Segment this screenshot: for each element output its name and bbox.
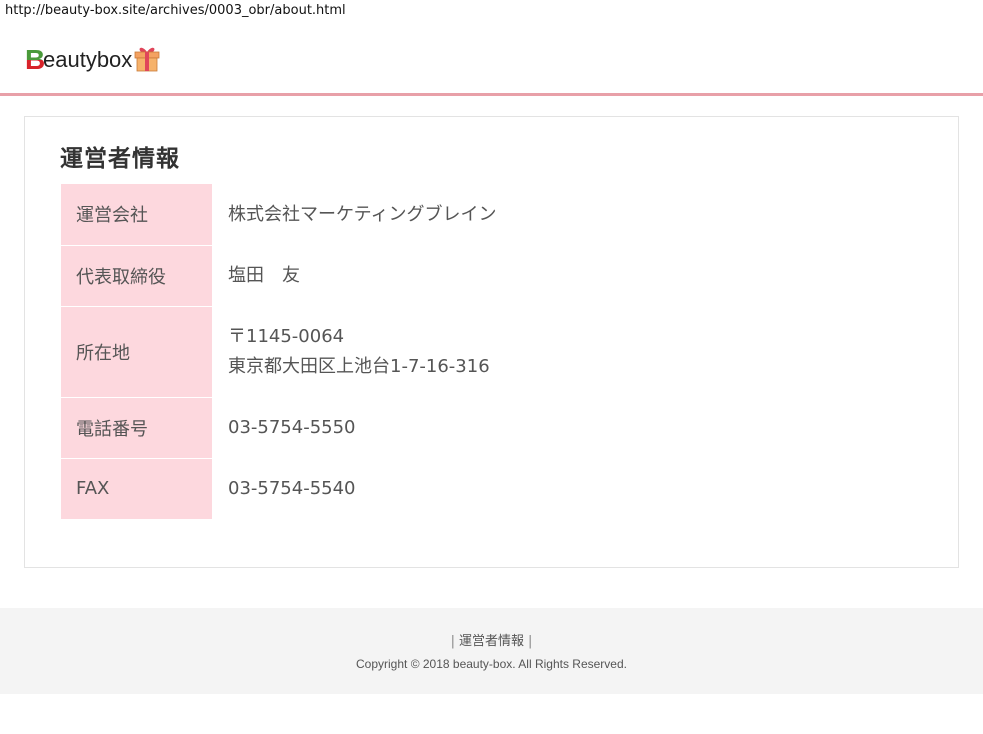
row-value-line: 03-5754-5540 [228,477,356,499]
row-value-line: 塩田 友 [228,264,300,286]
row-value: 〒1145-0064 東京都大田区上池台1-7-16-316 [212,306,928,397]
site-footer: | 運営者情報 | Copyright © 2018 beauty-box. All… [0,608,983,694]
row-value-line: 株式会社マーケティングブレイン [228,203,497,225]
footer-separator: | [450,634,455,649]
row-value-line: 03-5754-5550 [228,416,356,438]
copyright-text: Copyright © 2018 beauty-box. All Rights … [356,657,627,671]
footer-nav: | 運営者情報 | [0,630,983,649]
site-header: B B eautybox [0,0,983,96]
footer-separator: | [528,634,533,649]
row-value-line: 〒1145-0064 [228,325,345,347]
row-value-line: 東京都大田区上池台1-7-16-316 [228,355,490,377]
logo-initial: B B [25,44,46,75]
row-label: FAX [61,458,212,520]
row-label: 運営会社 [61,184,212,246]
table-row: 電話番号 03-5754-5550 [61,397,928,459]
row-label: 電話番号 [61,397,212,459]
operator-info-table: 運営会社 株式会社マーケティングブレイン 代表取締役 塩田 友所在地 〒1145-006… [61,184,928,520]
footer-link-operator-info[interactable]: 運営者情報 [459,634,524,649]
operator-info-section: 運営者情報 運営会社 株式会社マーケティングブレイン 代表取締役 塩田 友所在地 〒11… [24,116,959,568]
row-value: 03-5754-5550 [212,397,928,458]
table-row: 運営会社 株式会社マーケティングブレイン [61,184,928,246]
table-row: FAX 03-5754-5540 [61,458,928,520]
table-row: 代表取締役 塩田 友 [61,245,928,307]
row-label: 代表取締役 [61,245,212,307]
row-value: 03-5754-5540 [212,458,928,519]
row-value: 塩田 友 [212,245,928,306]
gift-icon [134,44,160,72]
logo-text: eautybox [43,47,133,72]
table-row: 所在地 〒1145-0064 東京都大田区上池台1-7-16-316 [61,306,928,398]
site-logo[interactable]: B B eautybox [25,42,160,74]
row-label: 所在地 [61,306,212,398]
row-value: 株式会社マーケティングブレイン [212,184,928,245]
page-title: 運営者情報 [60,146,180,172]
